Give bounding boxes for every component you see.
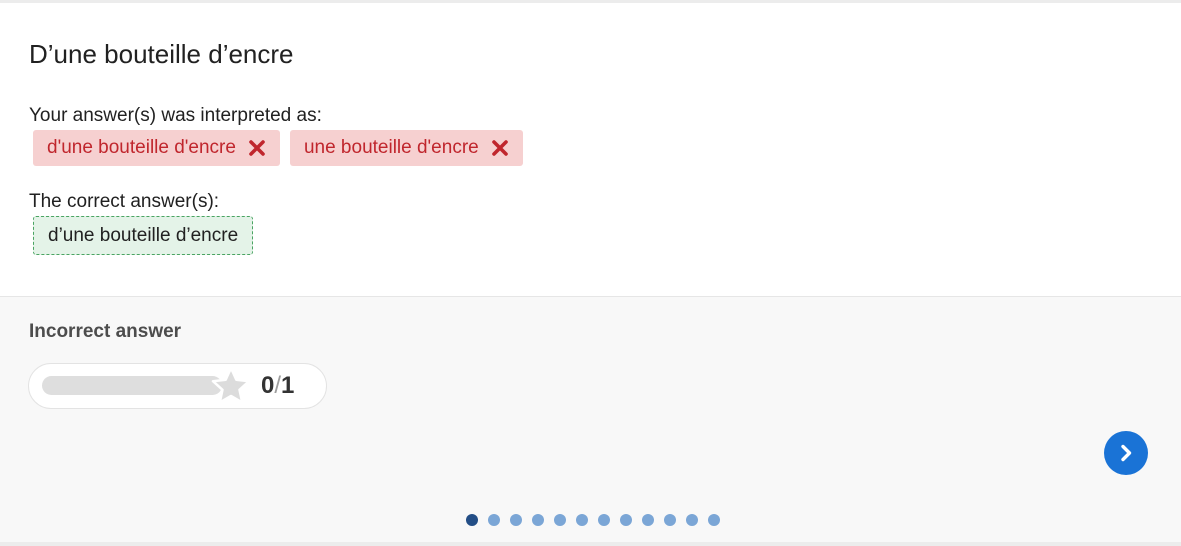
score-progress-bar [42, 376, 222, 395]
question-panel: D’une bouteille d’encre Your answer(s) w… [0, 3, 1181, 296]
interpreted-answer-text: une bouteille d'encre [303, 137, 479, 158]
chevron-right-icon [1121, 444, 1132, 462]
pagination-dot[interactable] [686, 514, 698, 526]
score-total: 1 [281, 372, 295, 399]
pagination-dot[interactable] [576, 514, 588, 526]
correct-answers-label: The correct answer(s): [29, 191, 220, 212]
score-widget: 0/1 [28, 363, 327, 409]
bottom-divider [0, 542, 1181, 546]
interpreted-answer-chip: une bouteille d'encre [289, 130, 523, 166]
interpreted-answer-text: d'une bouteille d'encre [47, 137, 236, 158]
interpretation-label: Your answer(s) was interpreted as: [29, 105, 322, 126]
pagination-dot[interactable] [466, 514, 478, 526]
pagination-dot[interactable] [598, 514, 610, 526]
next-button[interactable] [1104, 431, 1148, 475]
star-icon [211, 366, 251, 404]
question-title: D’une bouteille d’encre [29, 39, 294, 69]
pagination-dot[interactable] [554, 514, 566, 526]
pagination-dot[interactable] [664, 514, 676, 526]
score-text: 0/1 [261, 372, 294, 400]
slide-pagination [466, 514, 720, 526]
pagination-dot[interactable] [510, 514, 522, 526]
pagination-dot[interactable] [642, 514, 654, 526]
interpreted-answer-chip: d'une bouteille d'encre [33, 130, 280, 166]
close-icon [249, 140, 265, 156]
pagination-dot[interactable] [708, 514, 720, 526]
correct-answer-chip: d’une bouteille d’encre [33, 216, 254, 255]
interpreted-answers: d'une bouteille d'encre une bouteille d'… [33, 130, 523, 166]
feedback-text: Incorrect answer [29, 321, 182, 342]
pagination-dot[interactable] [488, 514, 500, 526]
close-icon [491, 140, 508, 156]
score-current: 0 [261, 372, 275, 399]
feedback-footer: Incorrect answer 0/1 [0, 296, 1181, 543]
pagination-dot[interactable] [532, 514, 544, 526]
pagination-dot[interactable] [620, 514, 632, 526]
